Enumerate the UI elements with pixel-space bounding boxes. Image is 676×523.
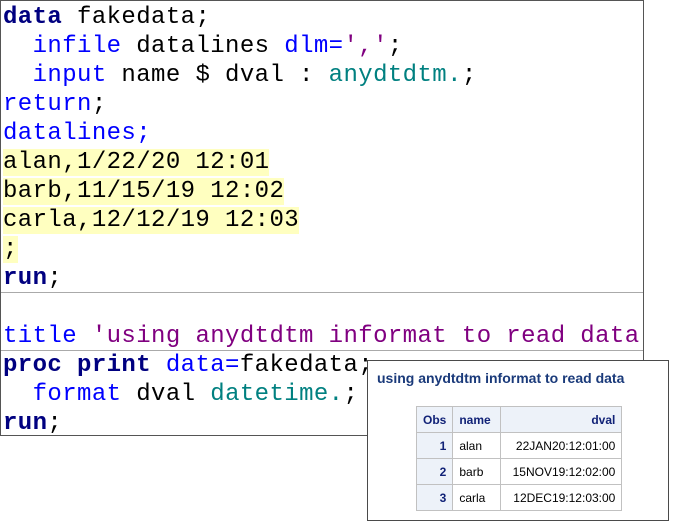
code-line-5: datalines; xyxy=(3,119,151,148)
semicolon: ; xyxy=(47,410,63,436)
code-line-13: format dval datetime.; xyxy=(3,380,358,409)
keyword-proc-print: proc print xyxy=(3,352,152,379)
code-line-10: run; xyxy=(3,264,62,293)
cell-obs: 2 xyxy=(415,458,454,485)
column-header-obs: Obs xyxy=(415,406,454,433)
step-divider xyxy=(1,292,643,293)
table-row: 2 barb 15NOV19:12:02:00 xyxy=(415,458,623,485)
code-line-2: infile datalines dlm=','; xyxy=(3,32,403,61)
statement-input: input xyxy=(32,62,107,89)
cell-obs: 1 xyxy=(415,432,454,459)
statement-title: title xyxy=(3,323,78,350)
semicolon: ; xyxy=(387,33,403,60)
statement-datalines: datalines xyxy=(3,120,137,147)
cell-dval: 22JAN20:12:01:00 xyxy=(500,432,623,459)
cell-name: alan xyxy=(452,432,502,459)
dataset-name: fakedata; xyxy=(62,4,211,31)
semicolon: ; xyxy=(343,381,359,408)
option-data: data= xyxy=(165,352,240,379)
statement-format: format xyxy=(32,381,122,408)
table-header-row: Obs name dval xyxy=(415,406,623,433)
code-line-14: run; xyxy=(3,409,63,436)
datalines-terminator: ; xyxy=(3,236,18,263)
data-line-carla: carla,12/12/19 12:03 xyxy=(3,207,300,234)
data-line-alan: alan,1/22/20 12:01 xyxy=(3,149,270,176)
cell-dval: 15NOV19:12:02:00 xyxy=(500,458,623,485)
column-header-dval: dval xyxy=(500,406,623,433)
code-line-9: ; xyxy=(3,235,18,264)
semicolon: ; xyxy=(461,62,477,89)
dataset-ref: fakedata; xyxy=(239,352,374,379)
table-row: 3 carla 12DEC19:12:03:00 xyxy=(415,484,623,511)
input-vars: name $ dval : xyxy=(106,62,329,89)
semicolon: ; xyxy=(91,91,107,118)
format-datetime: datetime. xyxy=(210,381,344,408)
code-line-1: data fakedata; xyxy=(3,3,210,32)
cell-name: barb xyxy=(452,458,502,485)
code-line-11: title 'using anydtdtm informat to read d… xyxy=(3,322,644,351)
statement-return: return xyxy=(3,91,92,118)
code-line-8: carla,12/12/19 12:03 xyxy=(3,206,300,235)
delimiter-string: ',' xyxy=(343,33,388,60)
infile-target: datalines xyxy=(121,33,285,60)
code-line-12: proc print data=fakedata; xyxy=(3,351,373,380)
column-header-name: name xyxy=(452,406,502,433)
code-line-7: barb,11/15/19 12:02 xyxy=(3,177,285,206)
cell-dval: 12DEC19:12:03:00 xyxy=(500,484,623,511)
option-dlm: dlm= xyxy=(284,33,344,60)
code-line-3: input name $ dval : anydtdtm.; xyxy=(3,61,477,90)
keyword-run: run xyxy=(3,265,48,292)
results-table: Obs name dval 1 alan 22JAN20:12:01:00 2 … xyxy=(415,406,623,511)
format-var: dval xyxy=(121,381,211,408)
results-output-panel: using anydtdtm informat to read data Obs… xyxy=(367,360,669,521)
code-line-6: alan,1/22/20 12:01 xyxy=(3,148,270,177)
semicolon: ; xyxy=(136,120,152,147)
table-row: 1 alan 22JAN20:12:01:00 xyxy=(415,432,623,459)
cell-name: carla xyxy=(452,484,502,511)
title-string: 'using anydtdtm informat to read data' xyxy=(91,323,644,350)
output-title: using anydtdtm informat to read data xyxy=(377,370,625,386)
keyword-run: run xyxy=(3,410,48,436)
informat-anydtdtm: anydtdtm. xyxy=(328,62,462,89)
data-line-barb: barb,11/15/19 12:02 xyxy=(3,178,285,205)
semicolon: ; xyxy=(47,265,63,292)
code-line-4: return; xyxy=(3,90,107,119)
keyword-data: data xyxy=(3,4,63,31)
statement-infile: infile xyxy=(32,33,122,60)
cell-obs: 3 xyxy=(415,484,454,511)
